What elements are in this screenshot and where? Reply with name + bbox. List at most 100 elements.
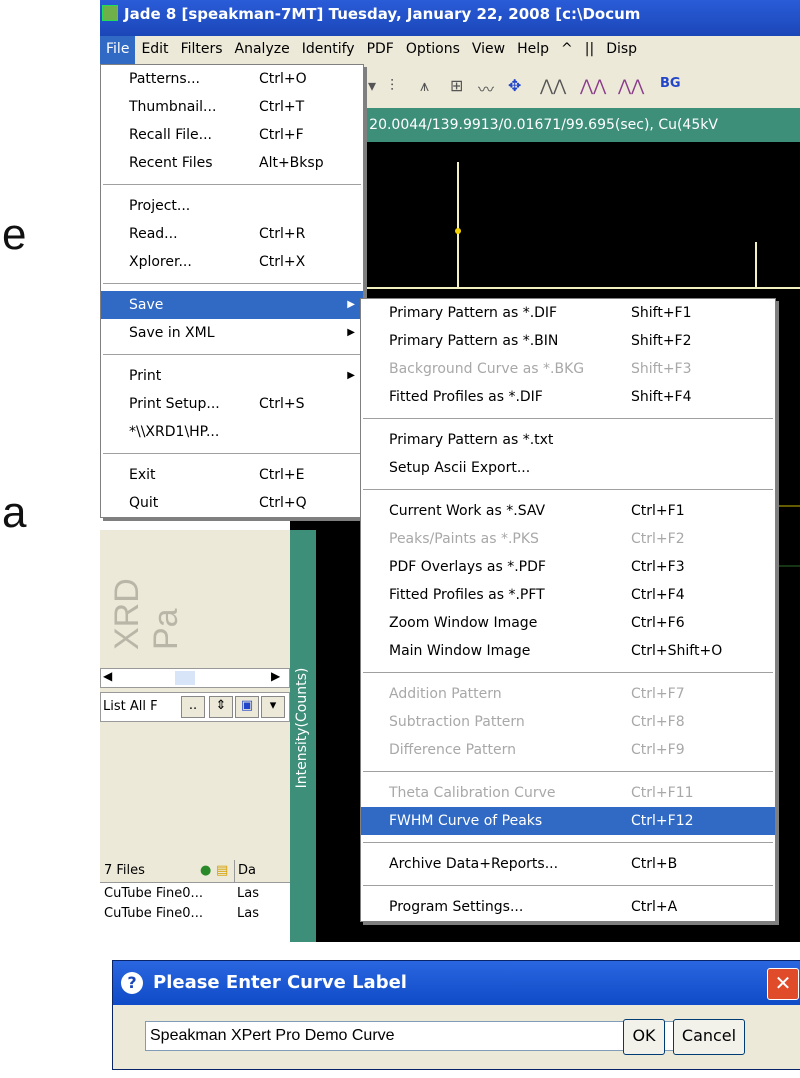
file-item-save-in-xml[interactable]: Save in XML ▶ (101, 319, 363, 347)
menu-edit[interactable]: Edit (135, 36, 174, 64)
peaks-icon-1[interactable]: ⋀⋀ (540, 76, 566, 95)
file-item-patterns[interactable]: Patterns... Ctrl+O (101, 65, 363, 93)
file-item-exit[interactable]: Exit Ctrl+E (101, 461, 363, 489)
file-item-print[interactable]: Print ▶ (101, 362, 363, 390)
menu-separator (103, 453, 361, 454)
file-list: 7 Files ● ▤ Da CuTube Fine0... Las CuTube … (100, 860, 290, 942)
save-item-main-window-image[interactable]: Main Window Image Ctrl+Shift+O (361, 637, 775, 665)
menu-item-label: Project... (129, 198, 191, 214)
file-list-header: 7 Files ● ▤ Da (100, 860, 290, 883)
view-icon[interactable]: ▣ (235, 696, 259, 718)
menu-item-label: Setup Ascii Export... (389, 460, 531, 476)
horizontal-scrollbar[interactable]: ◀ ▶ (100, 668, 290, 688)
file-row[interactable]: CuTube Fine0... Las (100, 884, 290, 904)
file-item-thumbnail[interactable]: Thumbnail... Ctrl+T (101, 93, 363, 121)
menu-options[interactable]: Options (400, 36, 466, 64)
save-item-difference-pattern: Difference Pattern Ctrl+F9 (361, 736, 775, 764)
toolbar-dropdown-icon[interactable]: ▾ (368, 76, 376, 95)
menu-item-label: Exit (129, 467, 156, 483)
calc-icon[interactable]: ⊞ (450, 76, 463, 95)
column-header-da[interactable]: Da (234, 860, 256, 882)
submenu-arrow-icon: ▶ (347, 327, 355, 338)
menu-item-label: Zoom Window Image (389, 615, 538, 631)
menu-bar: File Edit Filters Analyze Identify PDF Options… (100, 36, 800, 65)
close-button[interactable]: ✕ (767, 968, 799, 1000)
menu-separator (363, 842, 773, 843)
menu-item-shortcut: Ctrl+S (259, 396, 305, 412)
smooth-icon[interactable]: 〰 (478, 76, 494, 100)
scan-info: : 20.0044/139.9913/0.01671/99.695(sec), … (360, 117, 718, 133)
menu-separator (103, 354, 361, 355)
scroll-right-icon[interactable]: ▶ (271, 669, 280, 683)
save-item-setup-ascii-export[interactable]: Setup Ascii Export... (361, 454, 775, 482)
file-rows: CuTube Fine0... Las CuTube Fine0... Las (100, 884, 290, 924)
menu-identify[interactable]: Identify (296, 36, 361, 64)
slide-text-fragment-e: e (2, 210, 27, 259)
save-item-current-work-as-sav[interactable]: Current Work as *.SAV Ctrl+F1 (361, 497, 775, 525)
save-item-theta-calibration-curve: Theta Calibration Curve Ctrl+F11 (361, 779, 775, 807)
menu-item-label: Print Setup... (129, 396, 220, 412)
save-item-subtraction-pattern: Subtraction Pattern Ctrl+F8 (361, 708, 775, 736)
file-row[interactable]: CuTube Fine0... Las (100, 904, 290, 924)
panel-watermark: XRD Pa (108, 578, 185, 650)
submenu-arrow-icon: ▶ (347, 299, 355, 310)
y-axis-strip: Intensity(Counts) (290, 530, 316, 942)
menu-help[interactable]: Help (511, 36, 555, 64)
bg-icon[interactable]: BG (660, 76, 681, 91)
file-item-save[interactable]: Save ▶ (101, 291, 363, 319)
file-item-xrd1-hp[interactable]: *\\XRD1\HP... (101, 418, 363, 446)
menu-pdf[interactable]: PDF (361, 36, 400, 64)
save-item-fwhm-curve-of-peaks[interactable]: FWHM Curve of Peaks Ctrl+F12 (361, 807, 775, 835)
zoom-arrows-icon[interactable]: ✥ (508, 76, 521, 95)
scroll-thumb[interactable] (175, 671, 195, 685)
peak-fit-icon[interactable]: ⩚ (420, 76, 429, 96)
scroll-left-icon[interactable]: ◀ (103, 669, 112, 683)
save-item-primary-pattern-as-dif[interactable]: Primary Pattern as *.DIF Shift+F1 (361, 299, 775, 327)
menu-view[interactable]: View (466, 36, 511, 64)
file-col: Las (237, 886, 259, 901)
file-item-print-setup[interactable]: Print Setup... Ctrl+S (101, 390, 363, 418)
list-filter-button[interactable]: .. (181, 696, 205, 718)
menu-item-shortcut: Shift+F1 (631, 305, 692, 321)
save-item-pdf-overlays-as-pdf[interactable]: PDF Overlays as *.PDF Ctrl+F3 (361, 553, 775, 581)
menu-item-label: Theta Calibration Curve (389, 785, 556, 801)
save-item-archive-data-reports[interactable]: Archive Data+Reports... Ctrl+B (361, 850, 775, 878)
menu-item-9[interactable]: ^ (555, 36, 579, 64)
menu-item-label: Primary Pattern as *.BIN (389, 333, 559, 349)
cancel-button[interactable]: Cancel (673, 1019, 745, 1055)
ok-button[interactable]: OK (623, 1019, 665, 1055)
menu-filters[interactable]: Filters (175, 36, 229, 64)
save-item-program-settings[interactable]: Program Settings... Ctrl+A (361, 893, 775, 921)
menu-item-shortcut: Shift+F4 (631, 389, 692, 405)
chevron-down-icon[interactable]: ▾ (261, 696, 285, 718)
save-item-fitted-profiles-as-pft[interactable]: Fitted Profiles as *.PFT Ctrl+F4 (361, 581, 775, 609)
file-item-read[interactable]: Read... Ctrl+R (101, 220, 363, 248)
menu-item-10[interactable]: || (579, 36, 600, 64)
menu-analyze[interactable]: Analyze (229, 36, 296, 64)
menu-disp[interactable]: Disp (600, 36, 643, 64)
menu-item-shortcut: Ctrl+B (631, 856, 678, 872)
save-item-primary-pattern-as-bin[interactable]: Primary Pattern as *.BIN Shift+F2 (361, 327, 775, 355)
file-name: CuTube Fine0... (104, 886, 203, 901)
peak-bars-icon[interactable]: ⫶ (390, 76, 394, 96)
file-item-project[interactable]: Project... (101, 192, 363, 220)
file-menu: Patterns... Ctrl+O Thumbnail... Ctrl+T Recal… (100, 64, 364, 518)
save-item-zoom-window-image[interactable]: Zoom Window Image Ctrl+F6 (361, 609, 775, 637)
file-item-recent-files[interactable]: Recent Files Alt+Bksp (101, 149, 363, 177)
menu-item-label: Current Work as *.SAV (389, 503, 546, 519)
menu-item-shortcut: Alt+Bksp (259, 155, 324, 171)
peaks-icon-2[interactable]: ⋀⋀ (580, 76, 606, 95)
menu-file[interactable]: File (100, 36, 136, 64)
file-item-quit[interactable]: Quit Ctrl+Q (101, 489, 363, 517)
dialog-titlebar: ? Please Enter Curve Label ✕ (113, 961, 800, 1005)
file-item-xplorer[interactable]: Xplorer... Ctrl+X (101, 248, 363, 276)
save-item-primary-pattern-as-txt[interactable]: Primary Pattern as *.txt (361, 426, 775, 454)
save-item-fitted-profiles-as-dif[interactable]: Fitted Profiles as *.DIF Shift+F4 (361, 383, 775, 411)
list-filter-select[interactable]: List All F (103, 699, 158, 714)
file-item-recall-file[interactable]: Recall File... Ctrl+F (101, 121, 363, 149)
sort-icon[interactable]: ⇕ (209, 696, 233, 718)
menu-item-label: Recent Files (129, 155, 213, 171)
folder-icon: ▤ (216, 863, 229, 878)
save-submenu: Primary Pattern as *.DIF Shift+F1 Primary … (360, 298, 776, 922)
peaks-icon-3[interactable]: ⋀⋀ (618, 76, 644, 95)
